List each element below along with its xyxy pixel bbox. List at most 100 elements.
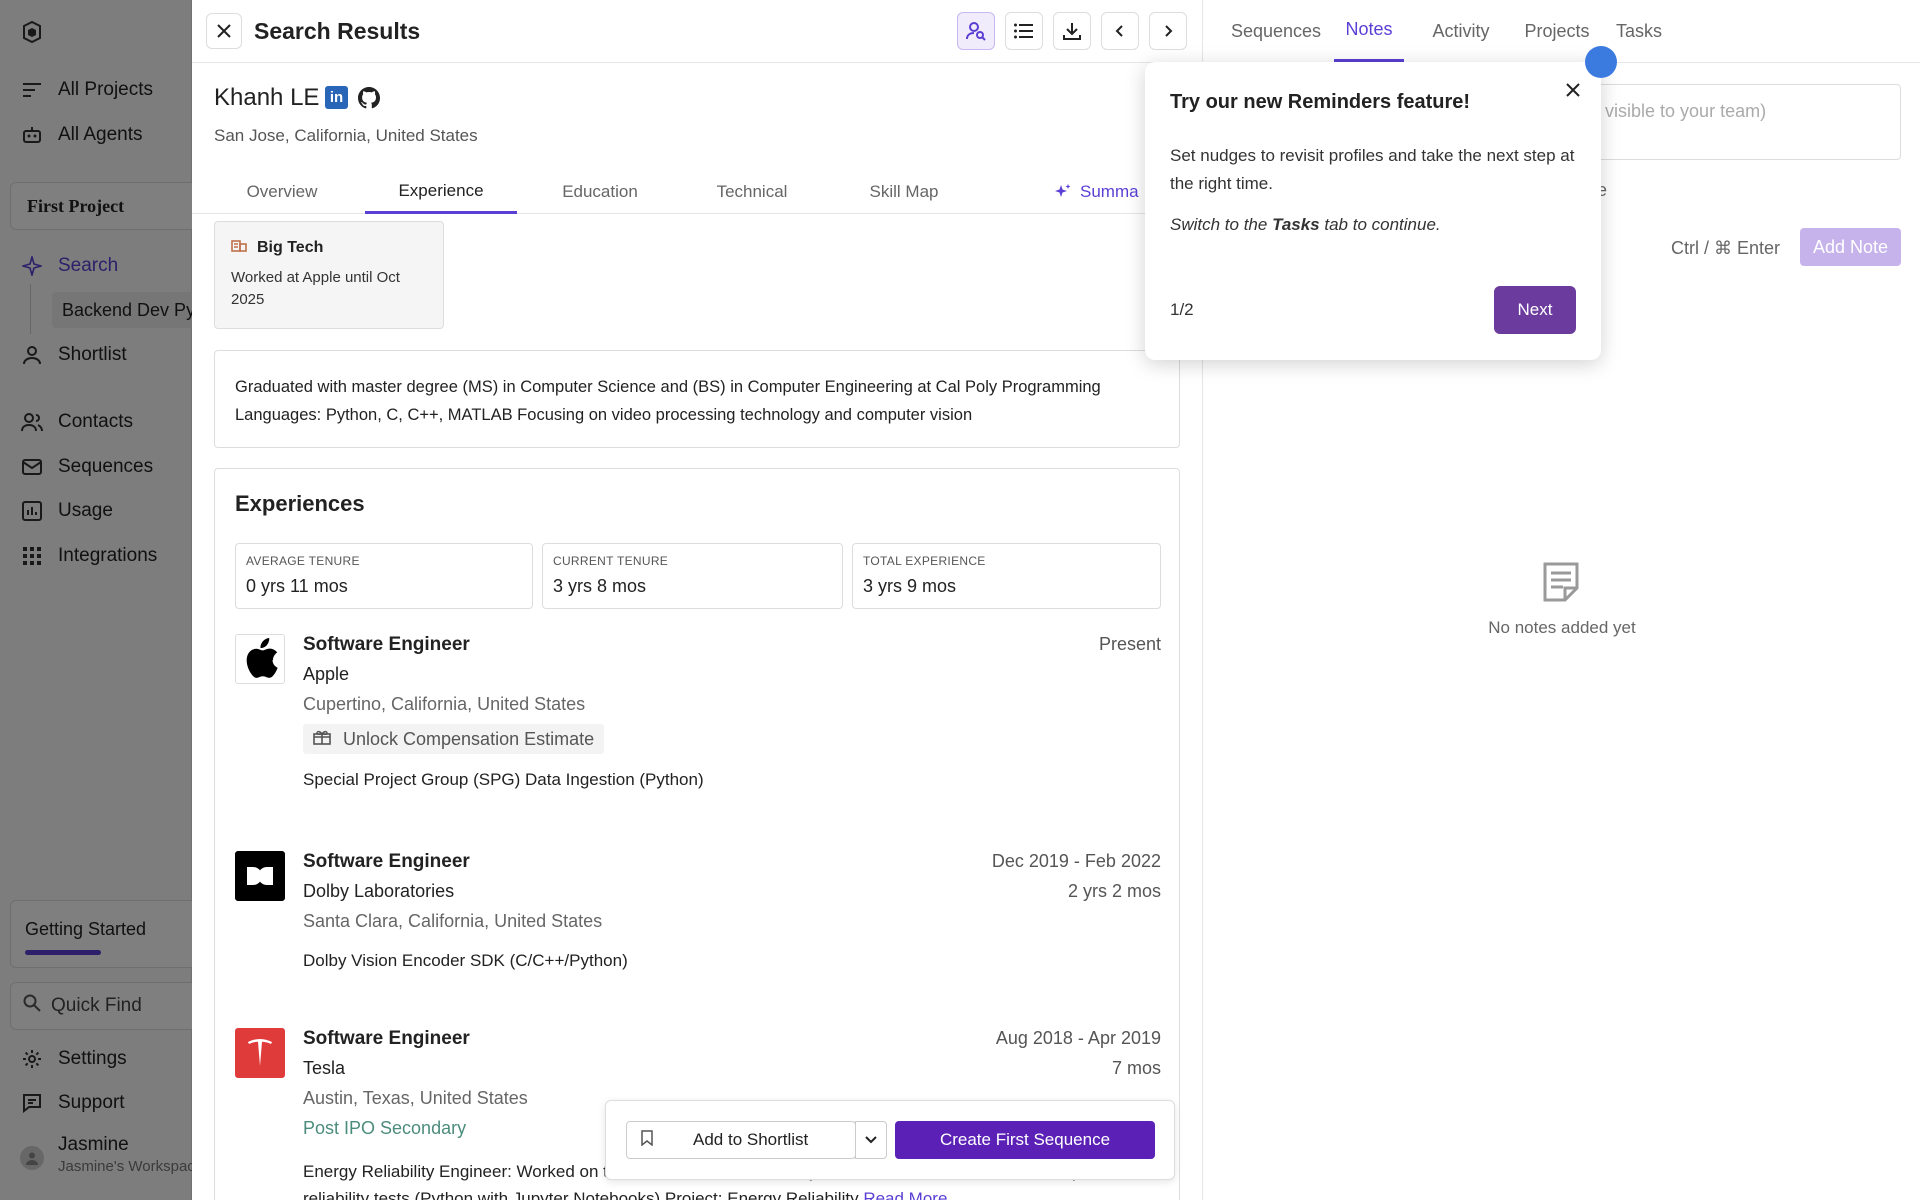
hint-suffix: tab to continue.: [1319, 215, 1441, 234]
download-icon: [1063, 23, 1081, 40]
close-button[interactable]: [206, 13, 242, 49]
tesla-logo-icon: [235, 1028, 285, 1078]
job-dates: Dec 2019 - Feb 2022: [991, 851, 1161, 871]
apple-logo-icon: [235, 634, 285, 684]
job-title: Software Engineer: [303, 634, 470, 655]
page-title: Search Results: [254, 18, 421, 44]
tab-notes[interactable]: Notes: [1334, 0, 1404, 62]
job-description: Dolby Vision Encoder SDK (C/C++/Python): [303, 951, 628, 970]
job-company: Apple: [303, 664, 350, 684]
read-more-link[interactable]: Read More: [863, 1189, 947, 1200]
tab-overview[interactable]: Overview: [214, 170, 350, 214]
add-note-button[interactable]: Add Note: [1800, 228, 1901, 266]
stat-average-tenure: AVERAGE TENURE 0 yrs 11 mos: [235, 543, 533, 609]
big-tech-badge: Big Tech Worked at Apple until Oct 2025: [214, 221, 444, 329]
popover-body: Set nudges to revisit profiles and take …: [1170, 146, 1575, 193]
stat-label: TOTAL EXPERIENCE: [863, 554, 986, 568]
funding-stage-link[interactable]: Post IPO Secondary: [303, 1118, 466, 1139]
stat-label: CURRENT TENURE: [553, 554, 669, 568]
panel-header: Search Results: [192, 0, 1202, 63]
job-dates: Aug 2018 - Apr 2019: [995, 1028, 1161, 1048]
big-tech-detail: Worked at Apple until Oct 2025: [231, 269, 400, 308]
tab-tasks[interactable]: Tasks: [1606, 0, 1672, 62]
tab-skill-map[interactable]: Skill Map: [836, 170, 972, 214]
big-tech-label: Big Tech: [257, 238, 324, 256]
job-title: Software Engineer: [303, 851, 470, 872]
create-first-sequence-button[interactable]: Create First Sequence: [895, 1121, 1155, 1159]
previous-button[interactable]: [1101, 12, 1139, 50]
tab-technical[interactable]: Technical: [684, 170, 820, 214]
job-description: Special Project Group (SPG) Data Ingesti…: [303, 770, 704, 789]
github-icon[interactable]: [357, 86, 381, 110]
tab-experience[interactable]: Experience: [365, 170, 517, 214]
search-results-panel: Search Results Khanh LE in San Jose, Cal…: [192, 0, 1202, 1200]
person-search-icon: [966, 22, 986, 41]
shortlist-dropdown-button[interactable]: [855, 1121, 887, 1159]
sparkle-icon: [1055, 184, 1071, 197]
reminders-tour-popover: Try our new Reminders feature! Set nudge…: [1145, 62, 1601, 360]
stat-total-experience: TOTAL EXPERIENCE 3 yrs 9 mos: [852, 543, 1161, 609]
job-company: Dolby Laboratories: [303, 881, 455, 901]
chevron-left-icon: [1115, 25, 1123, 37]
popover-hint: Switch to the Tasks tab to continue.: [1170, 215, 1441, 235]
keyboard-shortcut-hint: Ctrl / ⌘ Enter: [1671, 238, 1781, 258]
tab-summary[interactable]: Summa: [1054, 170, 1154, 214]
profile-summary: Graduated with master degree (MS) in Com…: [214, 350, 1180, 448]
next-profile-button[interactable]: [1149, 12, 1187, 50]
tab-education[interactable]: Education: [532, 170, 668, 214]
bookmark-icon: [641, 1129, 653, 1151]
list-icon: [1014, 23, 1033, 39]
profile-tabs: Overview Experience Education Technical …: [192, 170, 1152, 214]
popover-title: Try our new Reminders feature!: [1170, 91, 1471, 113]
candidate-name: Khanh LE: [214, 84, 320, 111]
job-location: Santa Clara, California, United States: [303, 911, 603, 931]
popover-step-counter: 1/2: [1170, 300, 1194, 319]
list-view-button[interactable]: [1005, 12, 1043, 50]
tab-activity[interactable]: Activity: [1416, 0, 1506, 62]
note-icon: [1543, 562, 1579, 602]
chevron-right-icon: [1165, 25, 1173, 37]
right-tabs: Sequences Notes Activity Projects Tasks: [1203, 0, 1920, 63]
tab-sequences[interactable]: Sequences: [1221, 0, 1331, 62]
experiences-section: Experiences AVERAGE TENURE 0 yrs 11 mos …: [214, 468, 1180, 1200]
linkedin-icon[interactable]: in: [325, 86, 348, 109]
gift-icon: [313, 729, 331, 750]
download-button[interactable]: [1053, 12, 1091, 50]
hint-prefix: Switch to the: [1170, 215, 1273, 234]
add-to-shortlist-button[interactable]: Add to Shortlist: [626, 1121, 856, 1159]
stat-value: 0 yrs 11 mos: [246, 576, 348, 596]
stat-label: AVERAGE TENURE: [246, 554, 360, 568]
candidate-location: San Jose, California, United States: [214, 126, 478, 145]
tour-beacon[interactable]: [1585, 46, 1617, 78]
hint-tasks: Tasks: [1272, 215, 1320, 234]
popover-next-button[interactable]: Next: [1494, 286, 1576, 334]
building-icon: [231, 238, 247, 257]
job-duration: 2 yrs 2 mos: [1067, 881, 1161, 901]
unlock-compensation-button[interactable]: Unlock Compensation Estimate: [303, 724, 605, 754]
shortlist-label: Add to Shortlist: [693, 1130, 809, 1149]
job-company: Tesla: [303, 1058, 346, 1078]
tab-summary-label: Summa: [1080, 182, 1139, 201]
experiences-title: Experiences: [235, 491, 365, 516]
modal-overlay[interactable]: [0, 0, 192, 1200]
unlock-label: Unlock Compensation Estimate: [343, 728, 595, 749]
job-location: Austin, Texas, United States: [303, 1088, 528, 1108]
job-title: Software Engineer: [303, 1028, 470, 1049]
chevron-down-icon: [865, 1136, 877, 1144]
stat-value: 3 yrs 8 mos: [553, 576, 647, 596]
close-icon: [217, 24, 231, 38]
job-duration: 7 mos: [1111, 1058, 1161, 1078]
experience-item: Software Engineer Dolby Laboratories San…: [235, 851, 1161, 991]
note-placeholder: (will be visible to your team): [1584, 101, 1767, 121]
empty-state-text: No notes added yet: [1488, 618, 1636, 637]
stat-value: 3 yrs 9 mos: [863, 576, 957, 596]
note-input[interactable]: (will be visible to your team): [1583, 84, 1901, 160]
action-bar: Add to Shortlist Create First Sequence: [605, 1100, 1175, 1180]
stat-current-tenure: CURRENT TENURE 3 yrs 8 mos: [542, 543, 843, 609]
dolby-logo-icon: [235, 851, 285, 901]
close-icon[interactable]: [1563, 80, 1583, 100]
experience-item: Software Engineer Apple Cupertino, Calif…: [235, 634, 1161, 814]
profile-view-button[interactable]: [957, 12, 995, 50]
job-dates: Present: [1098, 634, 1161, 654]
job-location: Cupertino, California, United States: [303, 694, 586, 714]
